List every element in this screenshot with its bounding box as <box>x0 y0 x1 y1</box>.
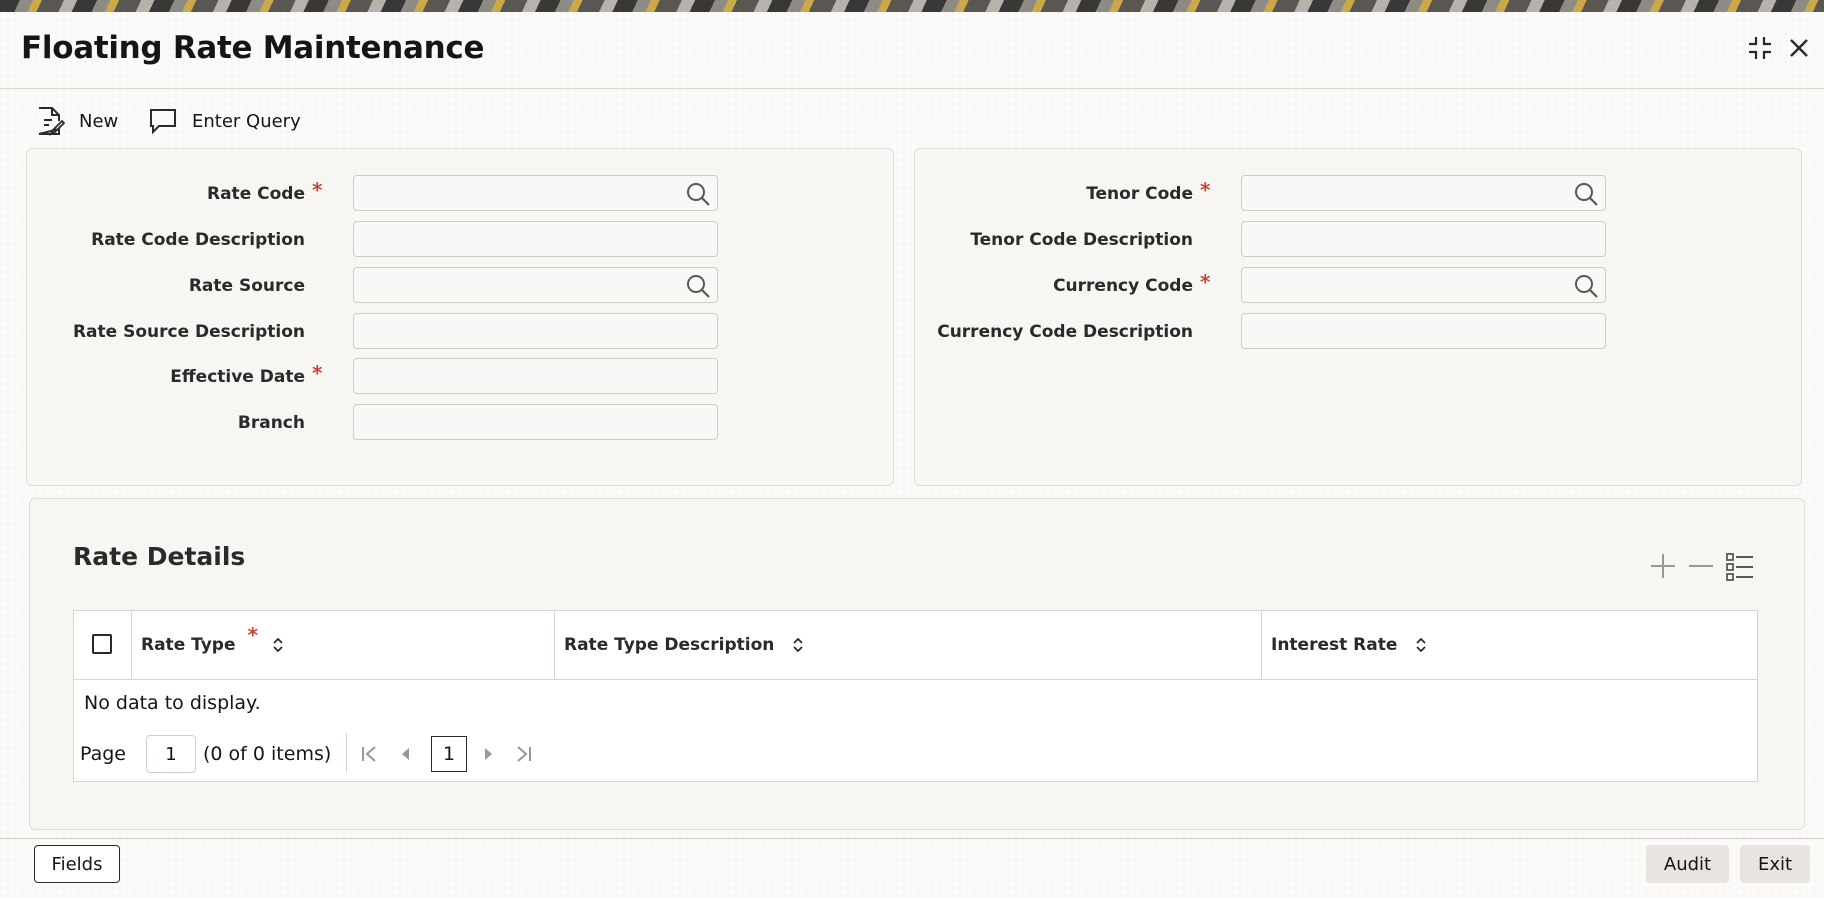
sort-icon[interactable] <box>1415 636 1427 654</box>
rate-source-input[interactable] <box>354 268 717 302</box>
column-header-rate-type-description[interactable]: Rate Type Description <box>564 611 804 679</box>
sort-icon[interactable] <box>272 636 284 654</box>
tenor-code-description-field[interactable] <box>1241 221 1606 257</box>
rate-code-field[interactable] <box>353 175 718 211</box>
rate-details-title: Rate Details <box>73 542 246 571</box>
rate-code-required-marker: * <box>312 178 323 202</box>
sort-icon[interactable] <box>792 636 804 654</box>
current-page-button[interactable]: 1 <box>431 736 467 772</box>
enter-query-button[interactable]: Enter Query <box>148 104 301 138</box>
last-page-icon[interactable] <box>512 742 536 766</box>
currency-code-field[interactable] <box>1241 267 1606 303</box>
previous-page-icon[interactable] <box>396 744 416 764</box>
tenor-code-description-input[interactable] <box>1242 222 1605 256</box>
interest-rate-header-label: Interest Rate <box>1271 635 1398 655</box>
page-title: Floating Rate Maintenance <box>21 30 485 66</box>
effective-date-field[interactable] <box>353 358 718 394</box>
tenor-code-description-label: Tenor Code Description <box>970 230 1193 250</box>
rate-details-grid: Rate Type * Rate Type Description Intere… <box>73 610 1758 782</box>
rate-code-description-input[interactable] <box>354 222 717 256</box>
currency-code-description-label: Currency Code Description <box>937 322 1193 342</box>
rate-source-description-field[interactable] <box>353 313 718 349</box>
branch-label: Branch <box>237 413 305 433</box>
empty-grid-message: No data to display. <box>84 692 261 714</box>
tenor-code-search-icon[interactable] <box>1573 181 1599 207</box>
footer-divider <box>0 838 1824 839</box>
minimize-icon[interactable] <box>1746 34 1774 62</box>
header-banner <box>0 0 1824 12</box>
grid-header: Rate Type * Rate Type Description Intere… <box>74 611 1757 680</box>
rate-source-label: Rate Source <box>188 276 305 296</box>
currency-code-description-input[interactable] <box>1242 314 1605 348</box>
tenor-code-input[interactable] <box>1242 176 1605 210</box>
add-row-icon[interactable] <box>1648 551 1678 581</box>
currency-code-label: Currency Code <box>1053 276 1193 296</box>
column-divider <box>1261 611 1262 679</box>
rate-source-search-icon[interactable] <box>685 273 711 299</box>
rate-source-description-input[interactable] <box>354 314 717 348</box>
tenor-code-label: Tenor Code <box>1086 184 1193 204</box>
new-button[interactable]: New <box>35 104 118 138</box>
fields-button[interactable]: Fields <box>34 845 120 883</box>
rate-code-description-label: Rate Code Description <box>91 230 305 250</box>
close-icon[interactable] <box>1785 34 1813 62</box>
currency-code-search-icon[interactable] <box>1573 273 1599 299</box>
effective-date-label: Effective Date <box>170 367 305 387</box>
currency-code-description-field[interactable] <box>1241 313 1606 349</box>
tenor-code-required-marker: * <box>1200 178 1211 202</box>
effective-date-required-marker: * <box>312 361 323 385</box>
column-divider <box>554 611 555 679</box>
currency-code-required-marker: * <box>1200 270 1211 294</box>
items-count-text: (0 of 0 items) <box>203 743 332 765</box>
currency-code-input[interactable] <box>1242 268 1605 302</box>
delete-row-icon[interactable] <box>1686 551 1716 581</box>
maintenance-window: Floating Rate Maintenance New Enter Quer… <box>0 12 1824 898</box>
new-document-icon <box>38 107 65 137</box>
rate-source-description-label: Rate Source Description <box>72 322 305 342</box>
first-page-icon[interactable] <box>357 742 381 766</box>
effective-date-input[interactable] <box>354 359 717 393</box>
branch-input[interactable] <box>354 405 717 439</box>
rate-type-header-label: Rate Type <box>141 635 236 655</box>
audit-button[interactable]: Audit <box>1646 845 1729 883</box>
rate-type-required-marker: * <box>247 623 258 647</box>
rate-source-field[interactable] <box>353 267 718 303</box>
select-all-checkbox[interactable] <box>92 634 112 654</box>
branch-field[interactable] <box>353 404 718 440</box>
title-divider <box>0 88 1824 89</box>
column-divider <box>131 611 132 679</box>
rate-code-label: Rate Code <box>207 184 305 204</box>
tenor-code-field[interactable] <box>1241 175 1606 211</box>
pagination-divider <box>346 733 347 773</box>
rate-code-description-field[interactable] <box>353 221 718 257</box>
column-header-rate-type[interactable]: Rate Type * <box>141 611 284 679</box>
page-label: Page <box>80 743 126 765</box>
exit-button[interactable]: Exit <box>1740 845 1810 883</box>
enter-query-label: Enter Query <box>192 110 301 132</box>
query-comment-icon <box>150 109 176 135</box>
single-record-view-icon[interactable] <box>1724 550 1756 582</box>
rate-code-input[interactable] <box>354 176 717 210</box>
rate-type-description-header-label: Rate Type Description <box>564 635 775 655</box>
rate-code-search-icon[interactable] <box>685 181 711 207</box>
page-number-input[interactable]: 1 <box>146 735 196 773</box>
column-header-interest-rate[interactable]: Interest Rate <box>1271 611 1427 679</box>
new-button-label: New <box>79 110 119 132</box>
next-page-icon[interactable] <box>478 744 498 764</box>
